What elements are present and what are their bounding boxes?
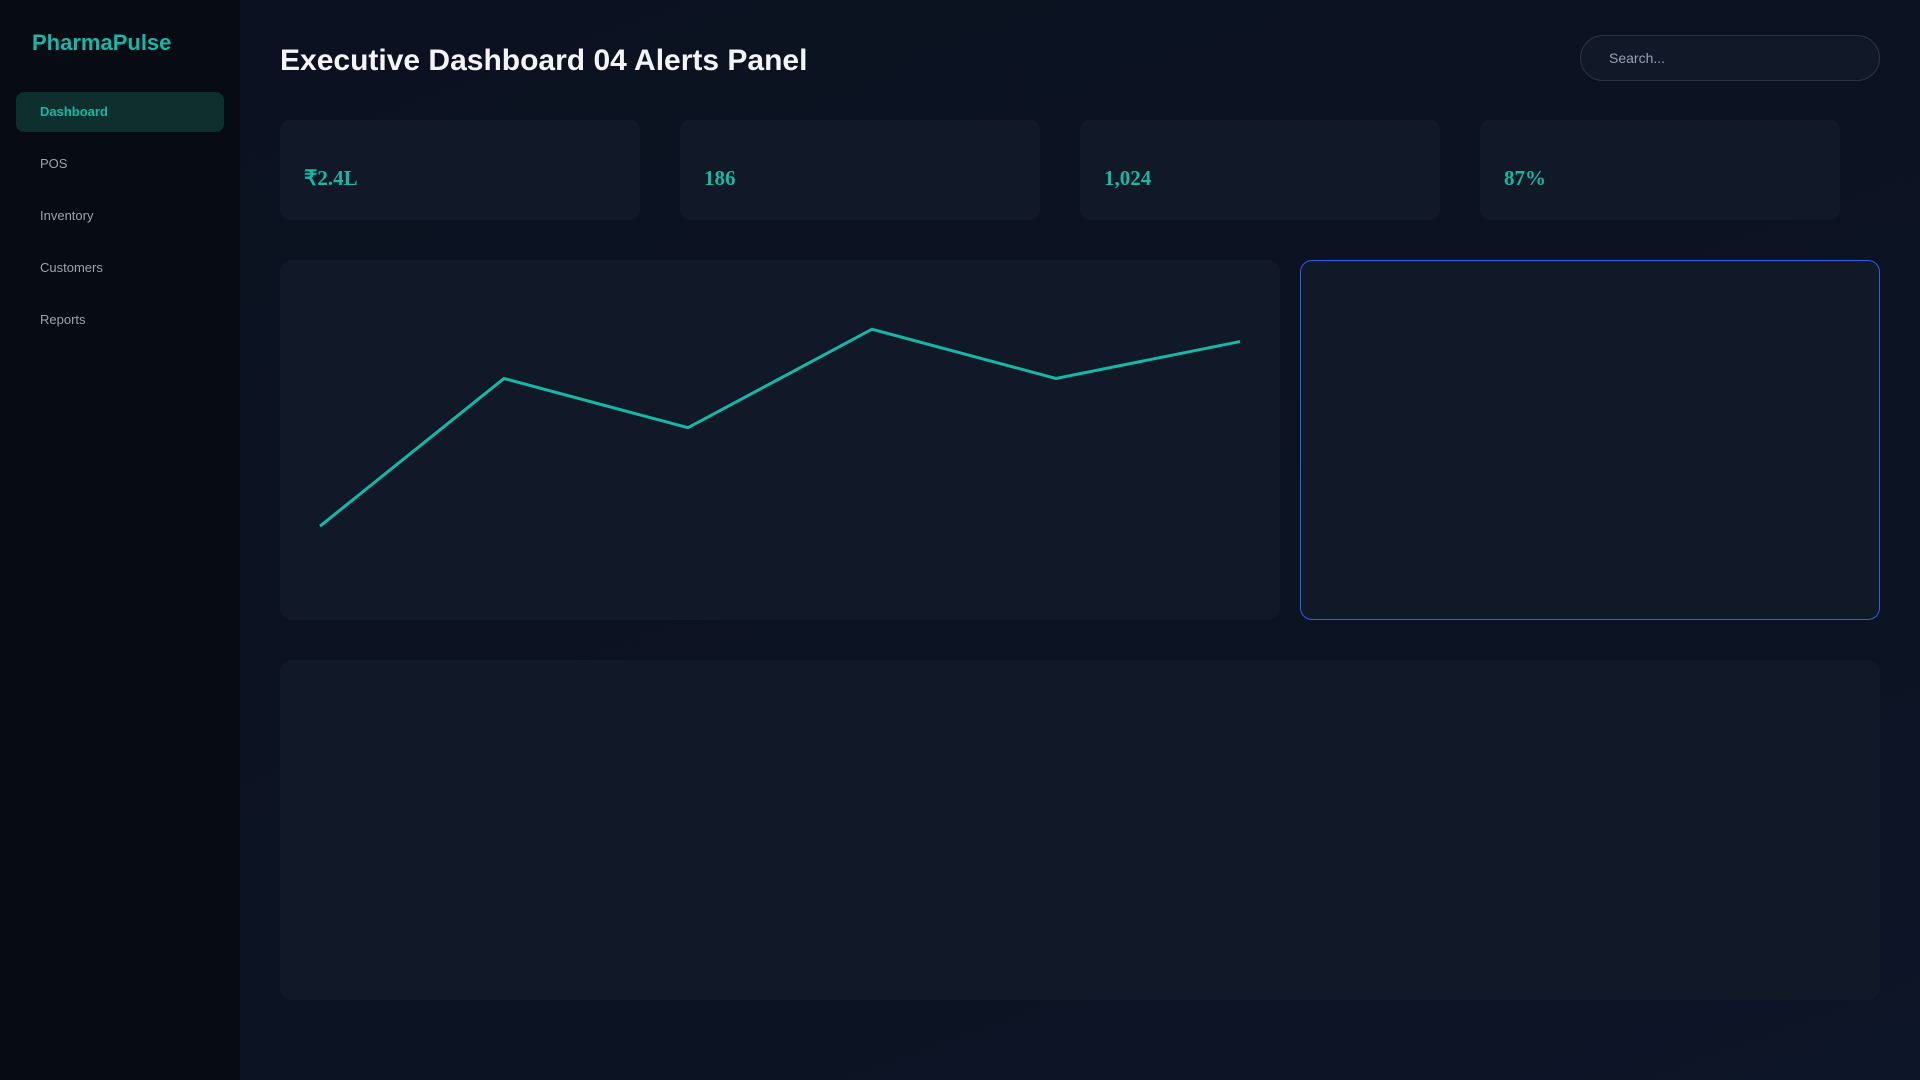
- main-content: Executive Dashboard 04 Alerts Panel ₹2.4…: [240, 0, 1920, 1080]
- sidebar: PharmaPulse Dashboard POS Inventory Cust…: [0, 0, 240, 1080]
- sidebar-item-dashboard[interactable]: Dashboard: [16, 92, 224, 132]
- kpi-card-orders: 186: [680, 120, 1040, 220]
- kpi-card-items: 1,024: [1080, 120, 1440, 220]
- kpi-value: ₹2.4L: [304, 166, 358, 190]
- trend-chart-panel: [280, 260, 1280, 620]
- bottom-panel: [280, 660, 1880, 1000]
- sidebar-item-reports[interactable]: Reports: [16, 300, 224, 340]
- sidebar-nav: Dashboard POS Inventory Customers Report…: [16, 92, 224, 340]
- kpi-card-revenue: ₹2.4L: [280, 120, 640, 220]
- chart-series-line-0: [319, 327, 1241, 528]
- kpi-value: 87%: [1504, 166, 1546, 190]
- sidebar-item-pos[interactable]: POS: [16, 144, 224, 184]
- kpi-value: 186: [704, 166, 736, 190]
- sidebar-item-inventory[interactable]: Inventory: [16, 196, 224, 236]
- kpi-value: 1,024: [1104, 166, 1152, 190]
- alerts-panel[interactable]: [1300, 260, 1880, 620]
- page-title: Executive Dashboard 04 Alerts Panel: [280, 44, 808, 77]
- kpi-card-rate: 87%: [1480, 120, 1840, 220]
- trend-line-chart: [319, 327, 1241, 528]
- brand-logo: PharmaPulse: [32, 30, 172, 55]
- sidebar-item-customers[interactable]: Customers: [16, 248, 224, 288]
- search-input[interactable]: [1580, 35, 1880, 81]
- app-root: PharmaPulse Dashboard POS Inventory Cust…: [0, 0, 1920, 1080]
